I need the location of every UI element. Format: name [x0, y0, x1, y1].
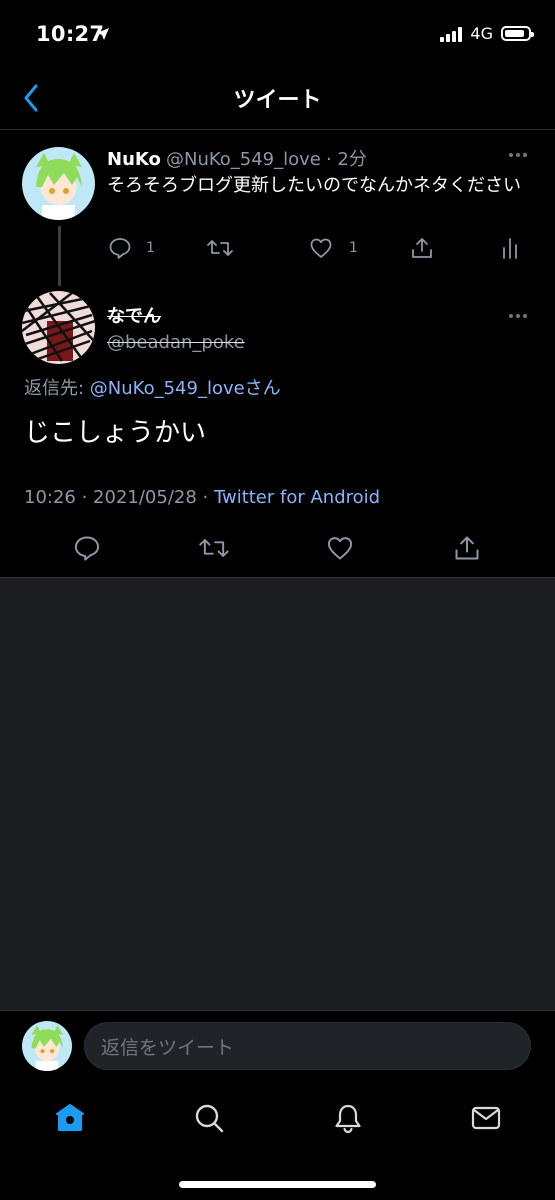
reply-button[interactable]: 1	[108, 236, 155, 260]
tab-messages[interactable]	[466, 1098, 506, 1138]
more-icon	[509, 314, 513, 318]
search-icon	[195, 1104, 224, 1133]
more-options-button[interactable]	[509, 153, 527, 157]
reply-placeholder: 返信をツイート	[101, 1036, 235, 1059]
tab-notifications[interactable]	[328, 1098, 368, 1138]
header-divider	[0, 129, 555, 130]
share-button[interactable]	[452, 533, 482, 563]
reply-input[interactable]: 返信をツイート	[84, 1022, 531, 1070]
replies-area	[0, 578, 555, 1010]
status-time: 10:27	[36, 22, 105, 46]
location-arrow-icon	[97, 28, 109, 40]
user-handle: @beadan_poke	[107, 332, 245, 353]
tweet-meta: 10:26 · 2021/05/28 · Twitter for Android	[24, 487, 380, 508]
battery-icon	[501, 26, 534, 41]
messages-icon	[471, 1106, 501, 1130]
reply-count: 1	[146, 240, 155, 256]
time-ago: · 2分	[325, 149, 367, 170]
tweet-text: そろそろブログ更新したいのでなんかネタください	[107, 175, 521, 196]
reply-icon	[74, 536, 100, 561]
notifications-icon	[335, 1104, 361, 1134]
anime-avatar-image	[22, 1021, 72, 1071]
signal-icon	[440, 26, 463, 42]
share-icon	[412, 238, 432, 258]
like-count: 1	[349, 240, 358, 256]
reply-button[interactable]	[72, 533, 102, 563]
retweet-icon	[199, 539, 229, 557]
more-options-button[interactable]	[509, 314, 527, 318]
heart-icon	[327, 537, 353, 560]
status-indicators: 4G	[440, 24, 534, 43]
more-icon	[509, 153, 513, 157]
user-handle[interactable]: @NuKo_549_love	[166, 149, 321, 170]
tab-search[interactable]	[189, 1098, 229, 1138]
avatar[interactable]	[22, 147, 95, 220]
parent-tweet-header: NuKo @NuKo_549_love · 2分	[107, 145, 367, 171]
home-icon	[56, 1104, 84, 1131]
home-indicator[interactable]	[179, 1181, 376, 1188]
analytics-button[interactable]	[500, 236, 520, 260]
like-button[interactable]	[325, 533, 355, 563]
page-title: ツイート	[233, 88, 322, 113]
reply-to-user-link[interactable]: @NuKo_549_loveさん	[90, 378, 281, 399]
share-button[interactable]	[410, 236, 434, 260]
reply-to-prefix: 返信先:	[24, 378, 90, 399]
avatar[interactable]	[22, 291, 95, 364]
like-button[interactable]: 1	[309, 236, 358, 260]
retweet-button[interactable]	[198, 533, 230, 563]
avatar[interactable]	[22, 1021, 72, 1071]
retweet-icon	[207, 240, 233, 256]
display-name: なでん	[107, 306, 161, 327]
share-icon	[455, 536, 479, 560]
display-name[interactable]: NuKo	[107, 149, 161, 170]
main-tweet-user[interactable]: なでん @beadan_poke	[107, 302, 245, 353]
heart-icon	[310, 238, 332, 258]
reply-to-line: 返信先: @NuKo_549_loveさん	[24, 374, 281, 400]
network-label: 4G	[470, 24, 493, 43]
thread-line	[58, 226, 61, 286]
retweet-button[interactable]	[206, 236, 234, 260]
anime-avatar-image	[22, 147, 95, 220]
tweet-text: じこしょうかい	[24, 418, 207, 448]
reply-icon	[109, 238, 131, 259]
reply-bar-divider	[0, 1010, 555, 1011]
source-link[interactable]: Twitter for Android	[214, 487, 380, 508]
analytics-icon	[503, 238, 517, 259]
scribbled-avatar-image	[22, 291, 95, 364]
tab-home[interactable]	[50, 1098, 90, 1138]
timestamp: 10:26 · 2021/05/28 ·	[24, 487, 214, 508]
